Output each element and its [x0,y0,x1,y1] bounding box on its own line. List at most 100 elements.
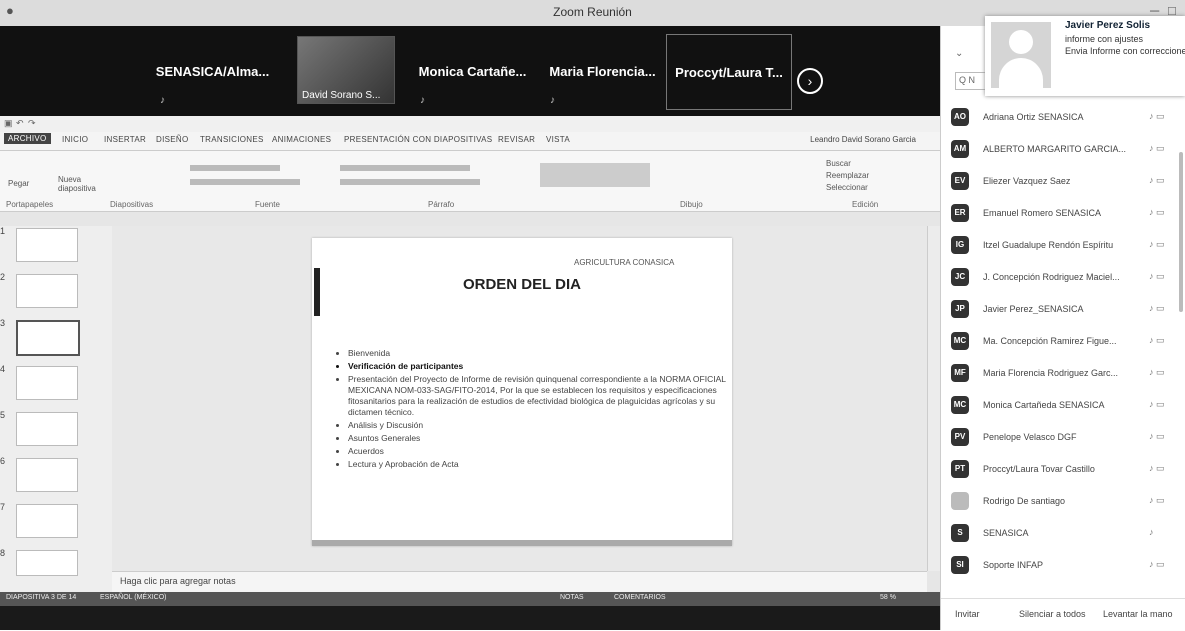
participant-row[interactable]: MC Ma. Concepción Ramirez Figue... ♪ ▭ [941,328,1185,356]
comments-toggle[interactable]: COMENTARIOS [614,594,666,601]
paragraph-controls[interactable] [340,165,470,171]
notification-sender: Javier Perez Solis [1065,20,1151,31]
notes-pane[interactable]: Haga clic para agregar notas [112,571,927,592]
mic-muted-icon[interactable]: ♪ ▭ [1149,367,1165,378]
mic-muted-icon[interactable]: ♪ ▭ [1149,463,1165,474]
participant-row[interactable]: PV Penelope Velasco DGF ♪ ▭ [941,424,1185,452]
participant-row[interactable]: IG Itzel Guadalupe Rendón Espíritu ♪ ▭ [941,232,1185,260]
mic-muted-icon[interactable]: ♪ ▭ [1149,431,1165,442]
participants-footer: Invitar Silenciar a todos Levantar la ma… [941,598,1185,631]
mic-muted-icon[interactable]: ♪ ▭ [1149,303,1165,314]
tab-insertar[interactable]: INSERTAR [104,135,146,144]
slide-thumb[interactable]: 8 [0,548,78,576]
group-label: Diapositivas [110,200,154,209]
participant-name: Soporte INFAP [983,560,1044,570]
tab-inicio[interactable]: INICIO [62,135,88,144]
participant-row[interactable]: EV Eliezer Vazquez Saez ♪ ▭ [941,168,1185,196]
tile-name: Maria Florencia... [549,64,656,79]
tab-revisar[interactable]: REVISAR [498,135,535,144]
participant-row[interactable]: S SENASICA ♪ [941,520,1185,548]
mic-muted-icon[interactable]: ♪ ▭ [1149,175,1165,186]
current-slide[interactable]: AGRICULTURA CONASICA ORDEN DEL DIA Bienv… [312,238,732,546]
new-slide-button[interactable]: Nueva diapositiva [58,175,118,193]
slide-thumb-selected[interactable]: 3 [0,318,80,356]
select-button[interactable]: Seleccionar [826,183,868,192]
mic-muted-icon[interactable]: ♪ ▭ [1149,143,1165,154]
slide-thumb[interactable]: 6 [0,456,78,492]
signed-in-user[interactable]: Leandro David Sorano Garcia [810,135,916,144]
status-bar: DIAPOSITIVA 3 DE 14 ESPAÑOL (MÉXICO) NOT… [0,592,940,606]
slide-agenda-list[interactable]: Bienvenida Verificación de participantes… [334,348,728,472]
mic-muted-icon[interactable]: ♪ ▭ [1149,271,1165,282]
participant-row[interactable]: AO Adriana Ortiz SENASICA ♪ ▭ [941,104,1185,132]
avatar: AM [951,140,969,158]
participant-row[interactable]: PT Proccyt/Laura Tovar Castillo ♪ ▭ [941,456,1185,484]
chevron-right-icon[interactable]: › [797,68,823,94]
save-icon[interactable]: ▣ [4,118,13,129]
participant-tile-active[interactable]: Proccyt/Laura T... [666,34,792,110]
tab-presentacion[interactable]: PRESENTACIÓN CON DIAPOSITIVAS [344,135,492,144]
mic-muted-icon[interactable]: ♪ ▭ [1149,559,1165,570]
tab-transiciones[interactable]: TRANSICIONES [200,135,264,144]
thumb-number: 6 [0,456,6,466]
participants-scrollbar[interactable] [1179,152,1183,312]
participant-row[interactable]: AM ALBERTO MARGARITO GARCIA... ♪ ▭ [941,136,1185,164]
participant-name: Itzel Guadalupe Rendón Espíritu [983,240,1114,250]
paragraph-align-controls[interactable] [340,179,480,185]
participant-tile[interactable]: Maria Florencia... ♪ [540,34,665,108]
slide-thumb[interactable]: 2 [0,272,78,308]
mic-muted-icon[interactable]: ♪ ▭ [1149,207,1165,218]
mute-all-button[interactable]: Silenciar a todos [1019,609,1086,619]
notes-toggle[interactable]: NOTAS [560,594,584,601]
font-format-controls[interactable] [190,179,300,185]
undo-icon[interactable]: ↶ [16,118,24,129]
participant-tile[interactable]: SENASICA/Alma... ♪ [150,34,275,108]
participant-row[interactable]: JC J. Concepción Rodriguez Maciel... ♪ ▭ [941,264,1185,292]
vertical-scrollbar[interactable] [927,226,940,571]
avatar: PV [951,428,969,446]
mic-muted-icon[interactable]: ♪ ▭ [1149,399,1165,410]
slide-thumb[interactable]: 1 [0,226,78,262]
participant-name: Monica Cartañeda SENASICA [983,400,1105,410]
participant-row[interactable]: Rodrigo De santiago ♪ ▭ [941,488,1185,516]
tab-animaciones[interactable]: ANIMACIONES [272,135,331,144]
chat-notification[interactable]: Javier Perez Solis informe con ajustes E… [985,16,1185,96]
mic-muted-icon[interactable]: ♪ ▭ [1149,335,1165,346]
avatar: MF [951,364,969,382]
find-button[interactable]: Buscar [826,159,851,168]
participant-row[interactable]: SI Soporte INFAP ♪ ▭ [941,552,1185,580]
agenda-item: Acuerdos [348,446,728,457]
tab-vista[interactable]: VISTA [546,135,570,144]
raise-hand-button[interactable]: Levantar la mano [1103,609,1173,619]
slide-thumb[interactable]: 5 [0,410,78,446]
paste-button[interactable]: Pegar [8,179,29,188]
font-controls[interactable] [190,165,280,171]
participant-row[interactable]: JP Javier Perez_SENASICA ♪ ▭ [941,296,1185,324]
mic-muted-icon[interactable]: ♪ ▭ [1149,239,1165,250]
tab-diseno[interactable]: DISEÑO [156,135,188,144]
participant-row[interactable]: ER Emanuel Romero SENASICA ♪ ▭ [941,200,1185,228]
mic-muted-icon[interactable]: ♪ ▭ [1149,495,1165,506]
language-indicator[interactable]: ESPAÑOL (MÉXICO) [100,594,167,601]
replace-button[interactable]: Reemplazar [826,171,869,180]
avatar: MC [951,396,969,414]
participant-row[interactable]: MC Monica Cartañeda SENASICA ♪ ▭ [941,392,1185,420]
participant-video-tile[interactable]: David Sorano S... [297,36,395,104]
notification-line: Envia Informe con correcciones [1065,46,1185,56]
shapes-gallery[interactable] [540,163,650,187]
slide-title[interactable]: ORDEN DEL DIA [312,276,732,293]
mic-muted-icon[interactable]: ♪ [1149,527,1154,537]
video-gallery-strip: SENASICA/Alma... ♪ David Sorano S... Mon… [0,26,940,116]
participant-row[interactable]: MF Maria Florencia Rodriguez Garc... ♪ ▭ [941,360,1185,388]
agenda-item: Lectura y Aprobación de Acta [348,459,728,470]
slide-thumb[interactable]: 7 [0,502,78,538]
participant-name: Rodrigo De santiago [983,496,1066,506]
collapse-icon[interactable]: ⌄ [955,48,963,59]
participant-tile[interactable]: Monica Cartañe... ♪ [410,34,535,108]
slide-thumb[interactable]: 4 [0,364,78,400]
tab-archivo[interactable]: ARCHIVO [4,133,51,144]
mic-muted-icon[interactable]: ♪ ▭ [1149,111,1165,122]
invite-button[interactable]: Invitar [955,609,980,619]
zoom-level[interactable]: 58 % [880,594,896,601]
redo-icon[interactable]: ↷ [28,118,36,129]
